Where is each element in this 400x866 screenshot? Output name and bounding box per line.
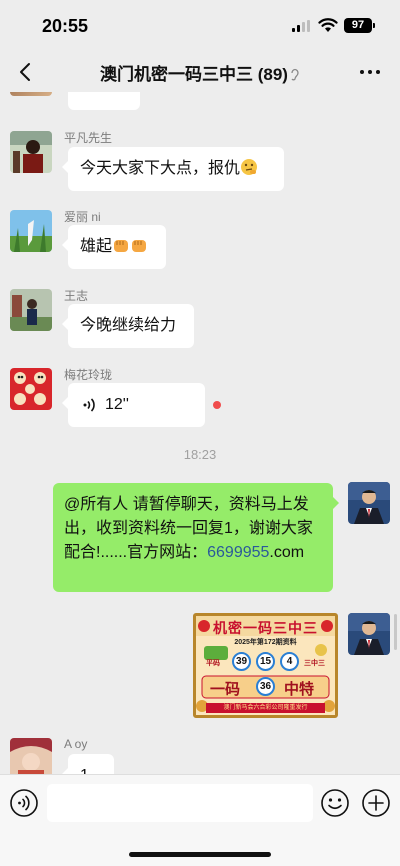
message-line: 配合!......官方网站：6699955.com [64, 541, 322, 565]
poster-special-right: 中特 [284, 680, 315, 698]
message-text: 1 [80, 767, 89, 774]
back-arrow-icon[interactable] [14, 60, 38, 84]
avatar[interactable] [10, 92, 52, 96]
message-line: @所有人 请暂停聊天，资料马上发 [64, 496, 309, 513]
home-indicator [129, 852, 271, 857]
voice-message-bubble[interactable]: 12'' [62, 383, 205, 427]
message-text: .com [269, 544, 305, 561]
battery-tip [373, 23, 375, 28]
poster-subtitle: 2025年第172期资料 [234, 639, 297, 646]
chat-title-text: 澳门机密一码三中三 (89) [100, 65, 288, 84]
avatar[interactable] [10, 738, 52, 774]
message-text: 今晚继续给力 [80, 317, 177, 334]
sender-name: 平凡先生 [64, 131, 113, 145]
status-time: 20:55 [42, 16, 89, 36]
message-text: 今天大家下大点，报仇 [80, 160, 241, 177]
message-timestamp: 18:23 [183, 447, 217, 462]
avatar[interactable] [10, 210, 52, 252]
message-bubble[interactable]: 今晚继续给力 [62, 304, 194, 348]
avatar[interactable] [10, 368, 52, 410]
message-bubble[interactable]: 有道理 [68, 92, 141, 110]
self-avatar[interactable] [348, 613, 390, 655]
message-bubble[interactable]: 1 [62, 754, 114, 774]
avatar[interactable] [10, 131, 52, 173]
plus-icon[interactable] [361, 788, 391, 818]
wifi-icon [318, 18, 338, 32]
avatar[interactable] [10, 289, 52, 331]
nav-bar: 澳门机密一码三中三 (89) [0, 52, 400, 92]
unread-voice-dot [213, 401, 221, 409]
chat-message-list[interactable]: 有道理 平凡先生 今天大家下大点，报仇 爱丽 ni 雄起 [0, 92, 400, 774]
poster-number-ball: 15 [256, 652, 275, 671]
sender-name: A oy [64, 737, 88, 751]
voice-duration: 12'' [105, 396, 129, 413]
message-text: 配合!......官方网站： [64, 544, 208, 561]
fist-emoji-icon [114, 240, 129, 252]
battery-icon: 97 [344, 18, 372, 33]
message-bubble[interactable]: 今天大家下大点，报仇 [62, 147, 284, 191]
poster-title: 机密一码三中三 [213, 621, 318, 637]
status-bar: 20:55 97 [0, 0, 400, 52]
poster-special-left: 一码 [210, 680, 241, 698]
poster-label-left: 平码 [206, 660, 220, 667]
message-input[interactable] [47, 784, 313, 822]
message-bubble[interactable]: @所有人 请暂停聊天，资料马上发 出，收到资料统一回复1，谢谢大家 配合!...… [53, 483, 339, 592]
chat-title: 澳门机密一码三中三 (89) [0, 60, 400, 85]
poster-label-right: 三中三 [304, 660, 325, 667]
sender-name: 王志 [64, 289, 89, 303]
poster-number-ball: 39 [232, 652, 251, 671]
sender-name: 爱丽 ni [64, 210, 101, 224]
message-text: 雄起 [80, 238, 113, 255]
image-message-poster[interactable]: 机密一码三中三 2025年第172期资料 平码 39 15 4 三中三 一码 3… [193, 613, 338, 718]
fist-emoji-icon [132, 240, 147, 252]
scroll-indicator[interactable] [394, 614, 397, 650]
emoji-icon[interactable] [320, 788, 350, 818]
message-bubble[interactable]: 雄起 [62, 225, 166, 269]
sender-name: 梅花玲珑 [64, 368, 113, 382]
mute-ear-icon [291, 68, 299, 81]
voice-wave-icon [83, 398, 95, 412]
message-line: 出，收到资料统一回复1，谢谢大家 [64, 520, 313, 537]
voice-input-icon[interactable] [9, 788, 39, 818]
signal-icon [292, 20, 310, 32]
self-avatar[interactable] [348, 482, 390, 524]
more-options-icon[interactable] [358, 62, 382, 82]
poster-special-ball: 36 [256, 677, 275, 696]
poster-number-ball: 4 [280, 652, 299, 671]
thinking-emoji-icon [241, 159, 258, 175]
website-link[interactable]: 6699955 [207, 544, 269, 561]
poster-footer: 澳门新马会六合彩公司隆重发行 [206, 703, 325, 713]
